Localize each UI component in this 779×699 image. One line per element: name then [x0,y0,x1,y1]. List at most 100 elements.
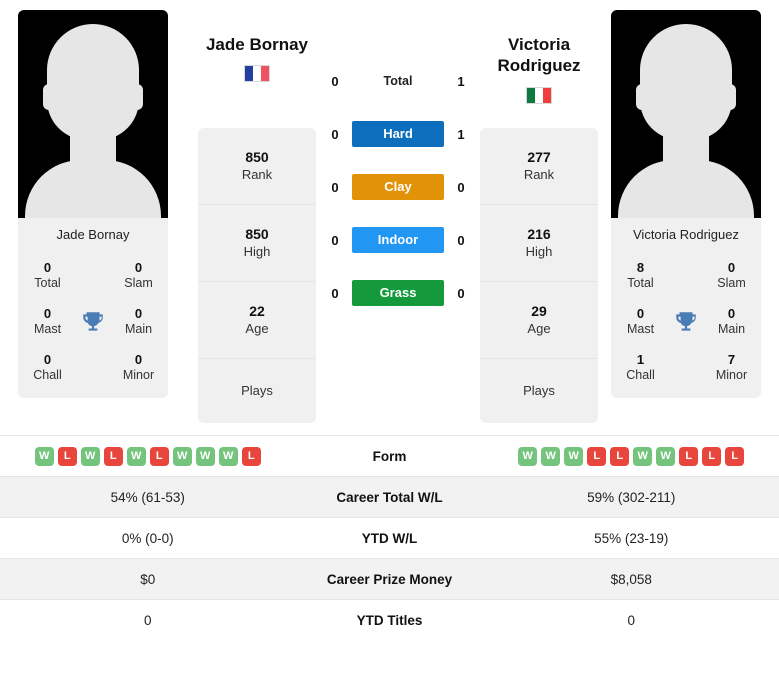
player-card-left[interactable]: Jade Bornay 0 Total 0 Slam 0 Mast 0 Main… [18,10,168,398]
form-cell-right: WWWLLWWLLL [484,446,779,466]
stat-label: Rank [523,166,555,182]
title-value: 0 [134,260,143,275]
stat-label: Plays [241,382,273,398]
surface-badge-grass: Grass [352,280,444,306]
title-label: Total [627,276,654,291]
h2h-left-score: 0 [331,232,339,248]
stat-high-right: 216 High [480,205,598,282]
h2h-right-score: 0 [457,232,465,248]
h2h-right-score: 1 [457,126,465,142]
value-left: 54% (61-53) [110,489,185,505]
table-row-ytd-titles: 0 YTD Titles 0 [0,599,779,640]
avatar-silhouette-icon [47,24,139,140]
form-badge-loss: L [610,446,630,466]
title-label: Mast [33,322,62,337]
player-name-block-right: Victoria Rodriguez [480,10,598,128]
h2h-row-clay: 0 Clay 0 [316,174,480,200]
form-badge-loss: L [679,446,699,466]
title-label: Total [34,276,61,291]
avatar-ear-left [43,84,55,110]
comparison-header: Jade Bornay 0 Total 0 Slam 0 Mast 0 Main… [0,0,779,423]
form-badge-win: W [564,446,584,466]
stat-value: 850 [245,226,269,243]
form-badge-win: W [656,446,676,466]
title-stat-minor-left: 0 Minor [115,352,162,384]
h2h-left-score: 0 [331,126,339,142]
surface-badge-clay: Clay [352,174,444,200]
avatar-ear-right [724,84,736,110]
stat-label: Rank [241,166,273,182]
title-label: Slam [717,276,746,291]
title-label: Chall [33,368,62,382]
title-label: Main [124,322,153,337]
head-to-head-column: 0 Total 1 0 Hard 1 0 Clay 0 0 Indoor 0 0 [316,10,480,333]
form-badge-loss: L [57,446,77,466]
player-photo-left [18,10,168,218]
trophy-icon [71,309,115,335]
value-right: 0 [627,612,635,628]
h2h-left-score: 0 [331,179,339,195]
row-label-form: Form [372,448,407,464]
surface-badge-hard: Hard [352,121,444,147]
value-right: 55% (23-19) [594,530,669,546]
title-stat-main-left: 0 Main [115,306,162,338]
stat-label: High [243,243,271,259]
stat-plays-left: Plays [198,359,316,423]
title-stat-total-right: 8 Total [617,260,664,292]
form-badge-win: W [633,446,653,466]
table-row-career-prize-money: $0 Career Prize Money $8,058 [0,558,779,599]
stat-plays-right: Plays [480,359,598,423]
stat-age-right: 29 Age [480,282,598,359]
title-stat-slam-left: 0 Slam [115,260,162,292]
stat-label: Age [527,320,551,336]
player-card-right[interactable]: Victoria Rodriguez 8 Total 0 Slam 0 Mast [611,10,761,398]
trophy-icon [664,309,708,335]
h2h-right-score: 0 [457,285,465,301]
stat-value: 22 [249,303,265,320]
form-badge-win: W [34,446,54,466]
value-left: 0% (0-0) [121,530,174,546]
stat-value: 277 [527,149,551,166]
stat-stack-left: 850 Rank 850 High 22 Age Plays [198,128,316,423]
stat-column-left: Jade Bornay 850 Rank 850 High 22 Age Pla… [198,10,316,423]
stat-column-right: Victoria Rodriguez 277 Rank 216 High 29 … [480,10,598,423]
h2h-left-score: 0 [331,73,339,89]
title-value: 0 [134,351,143,367]
title-value: 0 [43,305,52,321]
surface-badge-indoor: Indoor [352,227,444,253]
row-label-ytd-titles: YTD Titles [356,612,423,628]
title-stat-chall-right: 1 Chall [617,352,664,384]
title-value: 0 [727,305,736,321]
player-name-right: Victoria Rodriguez [497,35,581,76]
title-label: Minor [122,368,155,382]
title-label: Chall [626,368,655,382]
value-left: $0 [140,571,156,587]
title-value: 0 [727,260,736,275]
stat-value: 850 [245,149,269,166]
comparison-table: WLWLWLWWWL Form WWWLLWWLLL 54% (61-53) C… [0,435,779,640]
form-badge-win: W [518,446,538,466]
title-label: Main [717,322,746,337]
form-badge-loss: L [702,446,722,466]
form-badge-win: W [218,446,238,466]
avatar-silhouette-icon [640,24,732,140]
row-label-career-total-wl: Career Total W/L [336,489,443,505]
h2h-row-total: 0 Total 1 [316,68,480,94]
form-badges-right: WWWLLWWLLL [518,446,745,466]
stat-rank-left: 850 Rank [198,128,316,205]
form-badge-loss: L [149,446,169,466]
form-badge-win: W [172,446,192,466]
form-badge-win: W [195,446,215,466]
stat-age-left: 22 Age [198,282,316,359]
title-label: Minor [715,368,748,382]
title-value: 8 [636,260,645,275]
form-badges-left: WLWLWLWWWL [34,446,261,466]
row-label-ytd-wl: YTD W/L [361,530,418,546]
h2h-right-score: 1 [457,73,465,89]
title-stat-mast-left: 0 Mast [24,306,71,338]
title-value: 0 [636,305,645,321]
stat-rank-right: 277 Rank [480,128,598,205]
player-name-block-left: Jade Bornay [198,10,316,128]
title-value: 0 [43,351,52,367]
table-row-form: WLWLWLWWWL Form WWWLLWWLLL [0,435,779,476]
